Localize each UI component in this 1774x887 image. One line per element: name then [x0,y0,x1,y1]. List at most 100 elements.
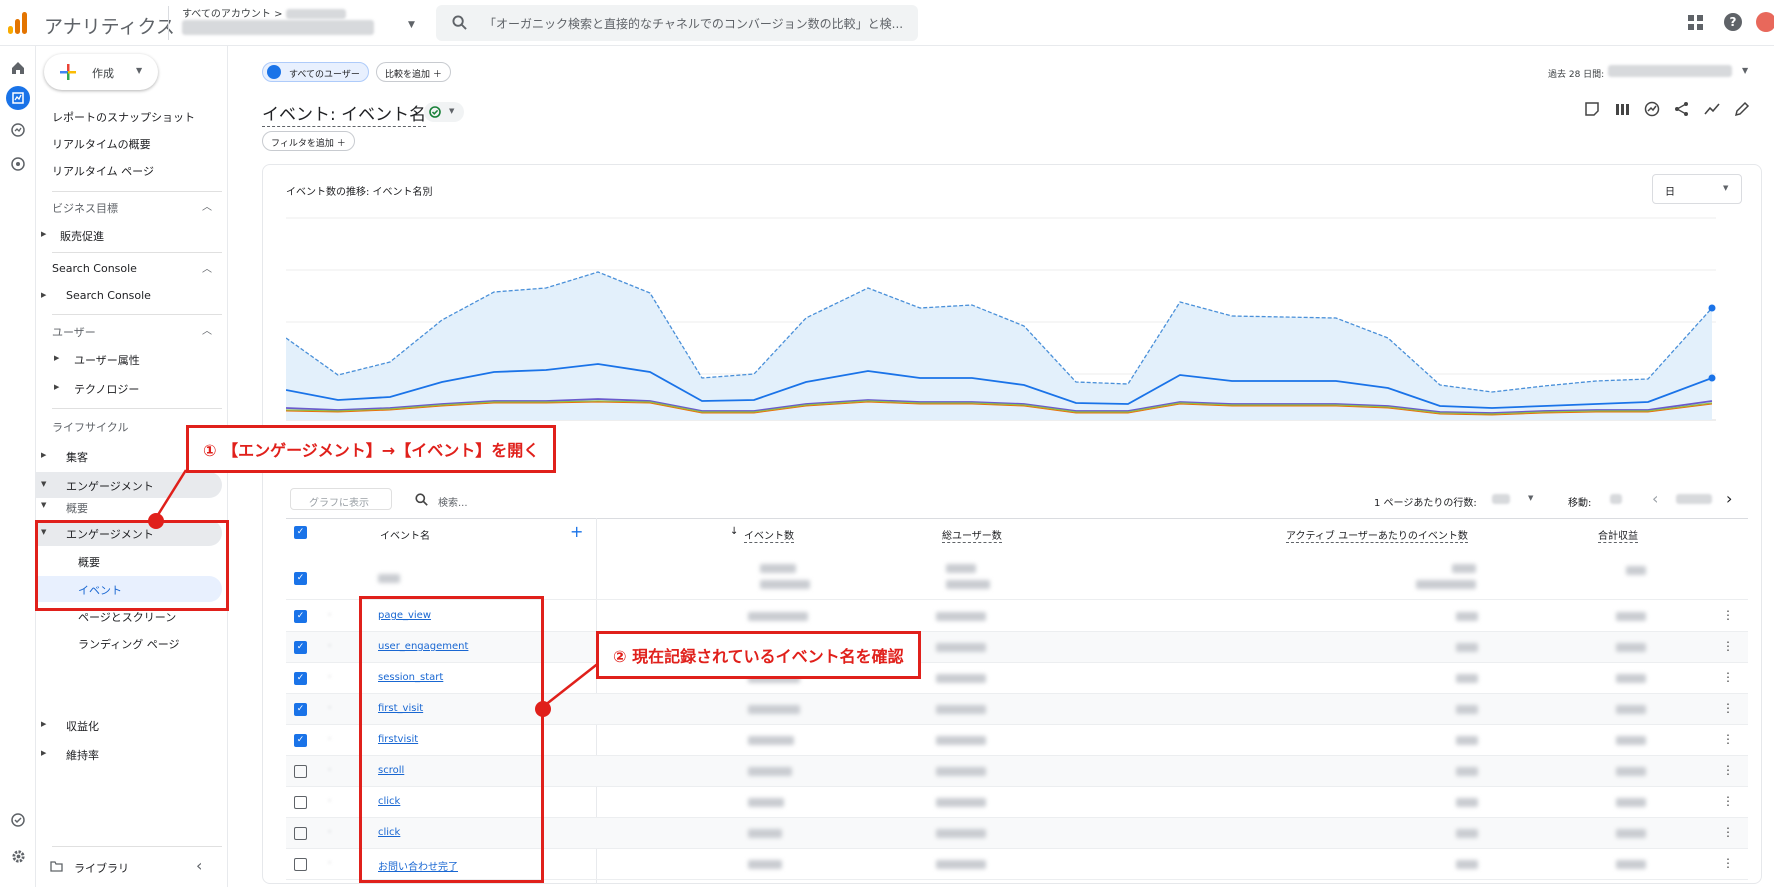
row-menu-icon[interactable]: ⋮ [1722,639,1734,653]
row-checkbox[interactable] [294,765,307,778]
chip-all-users[interactable]: すべてのユーザー [262,62,369,82]
row-rank-redacted: · [328,734,332,745]
avatar[interactable] [1756,12,1774,32]
col-total-users[interactable]: 総ユーザー数 [942,527,1002,543]
check-circle-icon [429,106,441,118]
reports-icon[interactable] [6,86,30,110]
goto-value[interactable] [1610,494,1622,504]
annotation-label-1: ① 【エンゲージメント】→【イベント】を開く [186,425,557,473]
section-lifecycle[interactable]: ライフサイクル [52,419,128,435]
granularity-select[interactable]: 日 ▼ [1652,174,1742,204]
notes-icon[interactable] [1584,101,1600,117]
row-checkbox[interactable]: ✓ [294,641,307,654]
next-page-icon[interactable]: › [1726,489,1732,508]
date-range-value-redacted[interactable] [1608,65,1732,77]
insights-check-icon[interactable] [6,808,30,832]
row-checkbox[interactable]: ✓ [294,734,307,747]
add-comparison-button[interactable]: 比較を追加 ＋ [376,62,451,82]
explore-icon[interactable] [6,118,30,142]
sidebar-item-sales[interactable]: ▶ 販売促進 [36,222,226,248]
row-checkbox[interactable]: ✓ [294,610,307,623]
col-total-revenue[interactable]: 合計収益 [1598,527,1638,543]
totals-checkbox[interactable]: ✓ [294,572,307,585]
row-menu-icon[interactable]: ⋮ [1722,670,1734,684]
sort-down-arrow-icon[interactable]: ↓ [730,526,738,537]
help-icon[interactable]: ? [1724,13,1742,31]
section-user[interactable]: ユーザー [52,324,96,340]
edit-pencil-icon[interactable] [1734,101,1750,117]
redacted-value [936,860,986,869]
add-filter-button[interactable]: フィルタを追加 ＋ [262,131,355,151]
section-search-console[interactable]: Search Console [52,262,137,275]
section-business-goals[interactable]: ビジネス目標 [52,200,118,216]
redacted-value [748,767,792,776]
redacted-value [748,860,782,869]
table-search-input[interactable]: 検索... [438,494,468,509]
row-checkbox[interactable]: ✓ [294,703,307,716]
home-icon[interactable] [6,56,30,80]
redacted-value [1456,798,1478,807]
sidebar-item-landing-page[interactable]: ランディング ページ [36,630,226,656]
collapse-chevron-icon[interactable]: ‹ [196,856,202,875]
report-status-button[interactable]: ▼ [424,102,464,122]
row-menu-icon[interactable]: ⋮ [1722,794,1734,808]
caret-down-icon[interactable]: ▼ [1528,494,1533,502]
redacted-value [936,736,986,745]
sidebar-item-technology[interactable]: ▶ テクノロジー [36,375,226,401]
sidebar-item-realtime-pages[interactable]: リアルタイム ページ [36,157,226,183]
chevron-up-icon[interactable]: ︿ [202,322,212,337]
search-icon [415,493,428,506]
plot-rows-button[interactable]: グラフに表示 [290,488,392,510]
row-checkbox[interactable] [294,827,307,840]
row-rank-redacted: · [328,827,332,838]
rows-per-page-value[interactable] [1492,494,1510,504]
redacted-value [1616,798,1646,807]
row-checkbox[interactable] [294,796,307,809]
row-rank-redacted: · [328,610,332,621]
row-checkbox[interactable]: ✓ [294,672,307,685]
sidebar-item-monetization[interactable]: ▶ 収益化 [36,712,226,738]
caret-down-icon: ▼ [136,66,143,75]
redacted-value [946,580,990,589]
sidebar-item-engagement[interactable]: ▼ エンゲージメント [36,472,222,498]
row-menu-icon[interactable]: ⋮ [1722,856,1734,870]
account-breadcrumb[interactable]: すべてのアカウント > [182,5,346,20]
trend-icon[interactable] [1704,101,1720,117]
series-endpoint [1708,304,1716,312]
row-checkbox[interactable] [294,858,307,871]
select-all-checkbox[interactable]: ✓ [294,526,307,539]
property-name-redacted[interactable] [182,20,374,35]
divider [52,408,222,409]
advertising-icon[interactable] [6,152,30,176]
redacted-value [1616,612,1646,621]
chevron-up-icon[interactable]: ︿ [202,260,212,275]
chevron-up-icon[interactable]: ︿ [202,198,212,213]
search-input[interactable]: 「オーガニック検索と直接的なチャネルでのコンバージョン数の比較」と検... [484,15,903,32]
col-event-count[interactable]: イベント数 [744,527,794,543]
row-menu-icon[interactable]: ⋮ [1722,763,1734,777]
apps-grid-icon[interactable] [1688,15,1703,30]
sidebar-item-snapshot[interactable]: レポートのスナップショット [36,103,226,129]
row-menu-icon[interactable]: ⋮ [1722,608,1734,622]
search-bar[interactable]: 「オーガニック検索と直接的なチャネルでのコンバージョン数の比較」と検... [436,5,918,41]
sidebar-item-overview-top[interactable]: ▼ 概要 [36,498,226,516]
sidebar-item-retention[interactable]: ▶ 維持率 [36,741,226,767]
col-events-per-user[interactable]: アクティブ ユーザーあたりのイベント数 [1286,527,1468,543]
column-chart-icon[interactable] [1614,101,1630,117]
caret-down-icon[interactable]: ▼ [1742,66,1748,75]
settings-gear-icon[interactable] [6,844,30,868]
analytics-logo-icon [8,10,30,34]
property-dropdown-icon[interactable]: ▼ [408,20,415,30]
sidebar-item-realtime-overview[interactable]: リアルタイムの概要 [36,130,226,156]
share-icon[interactable] [1674,101,1690,117]
col-event-name[interactable]: イベント名 [380,527,430,542]
create-button[interactable]: 作成 ▼ [44,54,158,90]
sidebar-item-search-console[interactable]: ▶ Search Console [36,283,226,309]
row-menu-icon[interactable]: ⋮ [1722,732,1734,746]
row-menu-icon[interactable]: ⋮ [1722,701,1734,715]
add-dimension-plus-icon[interactable]: + [570,522,583,541]
insights-icon[interactable] [1644,101,1660,117]
sidebar-item-user-attributes[interactable]: ▶ ユーザー属性 [36,346,226,372]
row-menu-icon[interactable]: ⋮ [1722,825,1734,839]
prev-page-icon[interactable]: ‹ [1652,489,1658,508]
